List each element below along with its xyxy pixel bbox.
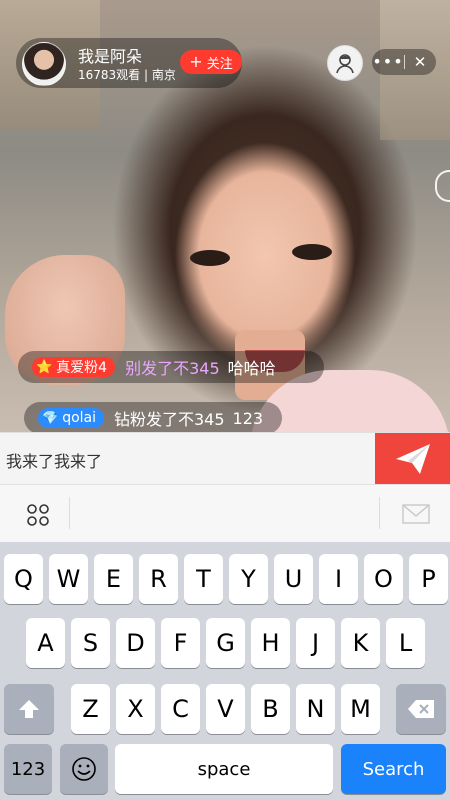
grid-menu-button[interactable] <box>22 499 54 531</box>
key-d[interactable]: D <box>116 618 155 668</box>
close-button[interactable]: ✕ <box>405 49 435 75</box>
key-e[interactable]: E <box>94 554 133 604</box>
key-t[interactable]: T <box>184 554 223 604</box>
tool-divider <box>379 497 380 529</box>
host-left-eye <box>190 250 230 266</box>
badge-label: 真爱粉4 <box>56 360 108 376</box>
on-screen-keyboard: QWERTYUIOP ASDFGHJKL ZXCVBNM 123 space S… <box>0 542 450 800</box>
person-icon <box>336 54 354 74</box>
numbers-key[interactable]: 123 <box>4 744 52 794</box>
key-f[interactable]: F <box>161 618 200 668</box>
star-icon: ⭐ <box>36 359 53 375</box>
shift-key[interactable] <box>4 684 54 734</box>
key-w[interactable]: W <box>49 554 88 604</box>
input-tool-bar <box>0 484 450 544</box>
backspace-icon <box>408 700 434 718</box>
key-h[interactable]: H <box>251 618 290 668</box>
chat-input-bar <box>0 432 450 487</box>
grid-icon <box>27 504 49 526</box>
key-n[interactable]: N <box>296 684 335 734</box>
key-o[interactable]: O <box>364 554 403 604</box>
follow-button[interactable]: + 关注 <box>180 50 242 74</box>
send-button[interactable] <box>375 433 450 485</box>
key-b[interactable]: B <box>251 684 290 734</box>
key-g[interactable]: G <box>206 618 245 668</box>
key-j[interactable]: J <box>296 618 335 668</box>
key-p[interactable]: P <box>409 554 448 604</box>
key-c[interactable]: C <box>161 684 200 734</box>
space-key[interactable]: space <box>115 744 333 794</box>
key-y[interactable]: Y <box>229 554 268 604</box>
plus-icon: + <box>189 52 203 71</box>
follow-label: 关注 <box>206 56 233 72</box>
diamond-badge: 💎 qolai <box>38 408 104 428</box>
emoji-key[interactable] <box>60 744 108 794</box>
host-avatar[interactable] <box>22 42 66 86</box>
message-author: 钻粉发了不345 <box>114 410 225 429</box>
viewer-avatar[interactable] <box>327 45 363 81</box>
badge-label: qolai <box>62 410 96 426</box>
key-m[interactable]: M <box>341 684 380 734</box>
message-text: 123 <box>232 408 264 428</box>
diamond-icon: 💎 <box>42 410 59 426</box>
shift-arrow-icon <box>19 700 39 718</box>
top-right-controls: ••• ✕ <box>372 49 436 75</box>
host-right-eye <box>292 244 332 260</box>
key-l[interactable]: L <box>386 618 425 668</box>
tool-divider <box>69 497 70 529</box>
fan-badge: ⭐ 真爱粉4 <box>32 357 116 377</box>
key-k[interactable]: K <box>341 618 380 668</box>
host-stats: 16783观看 | 南京 <box>78 68 176 82</box>
message-author: 别发了不345 <box>125 359 220 378</box>
key-q[interactable]: Q <box>4 554 43 604</box>
host-info-card[interactable]: 我是阿朵 16783观看 | 南京 + 关注 <box>16 38 242 88</box>
chat-message: ⭐ 真爱粉4 别发了不345 哈哈哈 <box>18 351 324 383</box>
host-name: 我是阿朵 <box>78 47 143 66</box>
key-s[interactable]: S <box>71 618 110 668</box>
chat-message: 💎 qolai 钻粉发了不345 123 <box>24 402 282 434</box>
key-v[interactable]: V <box>206 684 245 734</box>
search-key[interactable]: Search <box>341 744 446 794</box>
more-button[interactable]: ••• <box>372 49 404 75</box>
key-z[interactable]: Z <box>71 684 110 734</box>
key-r[interactable]: R <box>139 554 178 604</box>
key-i[interactable]: I <box>319 554 358 604</box>
emoji-icon <box>72 757 96 781</box>
key-u[interactable]: U <box>274 554 313 604</box>
key-a[interactable]: A <box>26 618 65 668</box>
backspace-key[interactable] <box>396 684 446 734</box>
send-plane-icon <box>395 444 430 474</box>
envelope-icon[interactable] <box>402 502 430 526</box>
chat-input[interactable] <box>0 433 383 487</box>
message-text: 哈哈哈 <box>227 359 276 378</box>
key-x[interactable]: X <box>116 684 155 734</box>
